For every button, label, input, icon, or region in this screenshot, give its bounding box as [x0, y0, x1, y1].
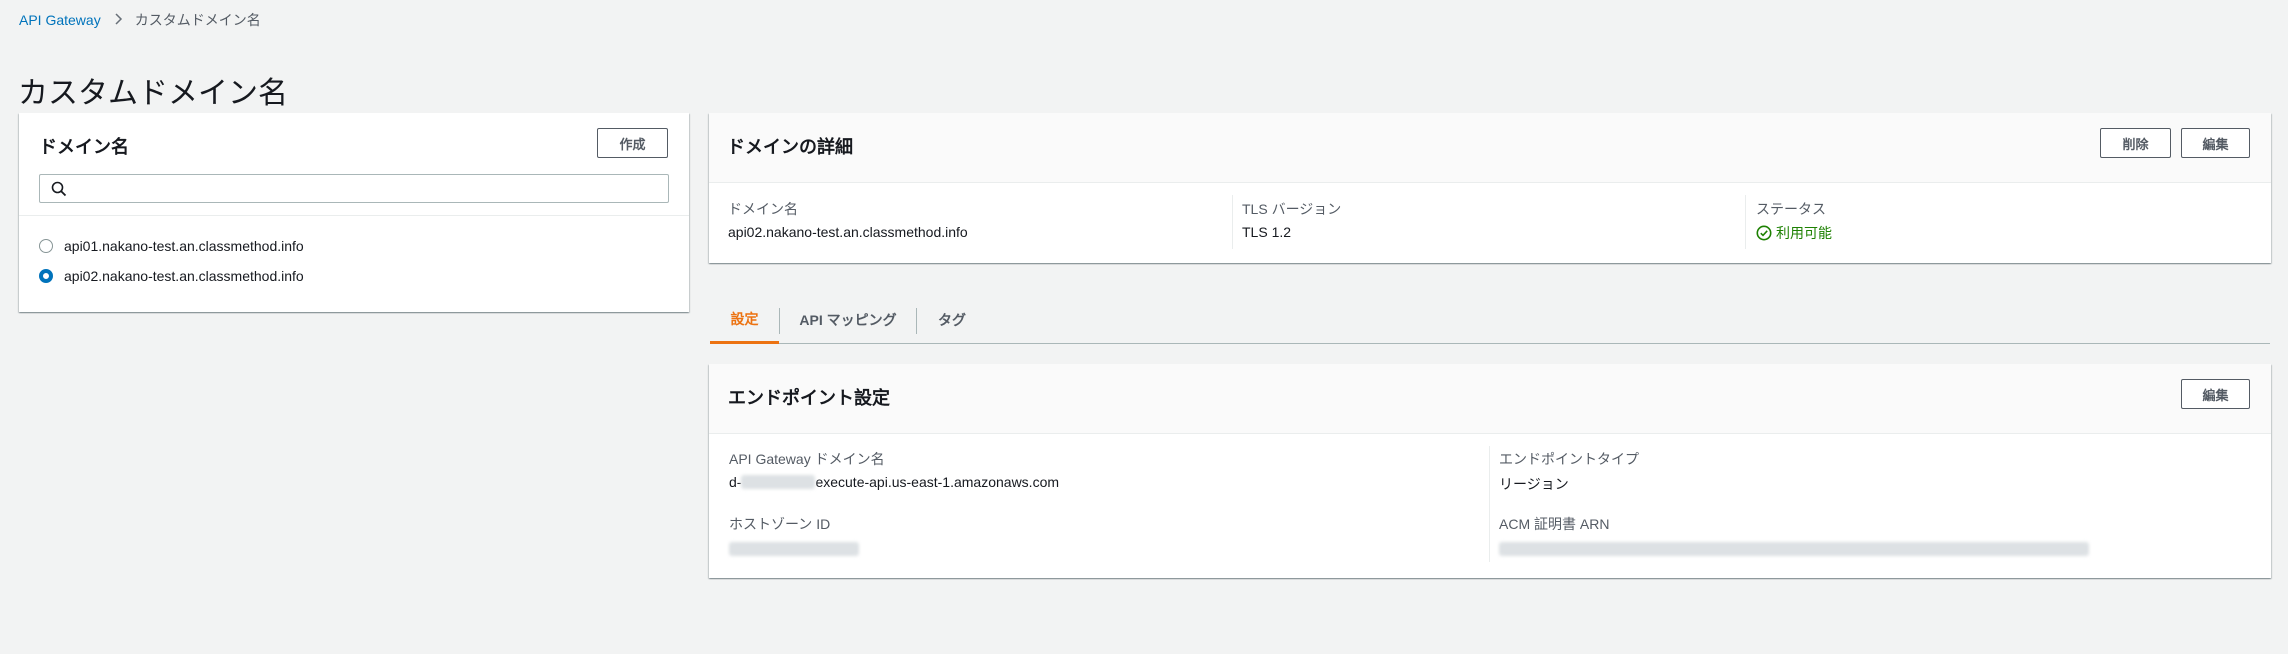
- breadcrumb-link-api-gateway[interactable]: API Gateway: [19, 12, 101, 28]
- tab-settings[interactable]: 設定: [710, 296, 779, 344]
- domain-details-header: ドメインの詳細 削除 編集: [709, 113, 2271, 183]
- tab-bar: 設定 API マッピング タグ: [710, 296, 2270, 344]
- breadcrumb-current: カスタムドメイン名: [134, 12, 261, 28]
- domain-details-title: ドメインの詳細: [727, 137, 853, 157]
- domain-name-value: api02.nakano-test.an.classmethod.info: [728, 224, 968, 240]
- edit-button[interactable]: 編集: [2181, 128, 2250, 158]
- search-input[interactable]: [72, 179, 662, 199]
- page-title: カスタムドメイン名: [18, 77, 288, 110]
- domain-option-api01[interactable]: api01.nakano-test.an.classmethod.info: [39, 238, 304, 254]
- chevron-right-icon: [113, 12, 123, 28]
- hosted-zone-label: ホストゾーン ID: [729, 516, 831, 532]
- search-icon: [51, 181, 67, 202]
- domain-option-label: api02.nakano-test.an.classmethod.info: [64, 268, 304, 284]
- status-badge: 利用可能: [1756, 223, 1832, 243]
- endpoint-config-header: エンドポイント設定 編集: [709, 364, 2271, 434]
- column-divider: [1232, 195, 1233, 249]
- radio-unchecked[interactable]: [39, 239, 53, 253]
- acm-arn-label: ACM 証明書 ARN: [1499, 516, 1610, 532]
- endpoint-config-title: エンドポイント設定: [728, 388, 890, 408]
- search-input-box[interactable]: [39, 174, 669, 203]
- endpoint-type-value: リージョン: [1499, 476, 1569, 492]
- apigw-domain-value: d- execute-api.us-east-1.amazonaws.com: [729, 474, 1059, 490]
- domain-list-header: ドメイン名 作成: [19, 113, 689, 216]
- create-button[interactable]: 作成: [597, 128, 668, 158]
- redacted-text: [741, 475, 816, 489]
- status-value: 利用可能: [1776, 225, 1832, 241]
- redacted-text: [1499, 542, 2089, 556]
- apigw-domain-prefix: d-: [729, 474, 742, 490]
- domain-list-panel: ドメイン名 作成 api01.nakano-test.an.classmetho…: [19, 113, 689, 312]
- tab-tags[interactable]: タグ: [917, 296, 987, 344]
- endpoint-edit-button[interactable]: 編集: [2181, 379, 2250, 409]
- domain-list-title: ドメイン名: [39, 137, 129, 157]
- tls-version-value: TLS 1.2: [1242, 224, 1292, 240]
- breadcrumb: API Gateway カスタムドメイン名: [19, 10, 261, 30]
- column-divider: [1745, 195, 1746, 249]
- status-label: ステータス: [1756, 201, 1826, 217]
- redacted-text: [729, 542, 859, 556]
- tab-api-mappings[interactable]: API マッピング: [780, 296, 916, 344]
- radio-checked[interactable]: [39, 269, 53, 283]
- tls-version-label: TLS バージョン: [1242, 201, 1342, 217]
- endpoint-type-label: エンドポイントタイプ: [1499, 451, 1639, 467]
- delete-button[interactable]: 削除: [2100, 128, 2171, 158]
- domain-option-label: api01.nakano-test.an.classmethod.info: [64, 238, 304, 254]
- apigw-domain-label: API Gateway ドメイン名: [729, 451, 885, 467]
- endpoint-config-panel: エンドポイント設定 編集 API Gateway ドメイン名 d- execut…: [709, 364, 2271, 578]
- domain-option-api02[interactable]: api02.nakano-test.an.classmethod.info: [39, 268, 304, 284]
- domain-name-label: ドメイン名: [728, 201, 798, 217]
- check-circle-icon: [1756, 225, 1772, 241]
- column-divider: [1489, 446, 1490, 562]
- apigw-domain-suffix: execute-api.us-east-1.amazonaws.com: [815, 474, 1060, 490]
- domain-details-panel: ドメインの詳細 削除 編集 ドメイン名 api02.nakano-test.an…: [709, 113, 2271, 263]
